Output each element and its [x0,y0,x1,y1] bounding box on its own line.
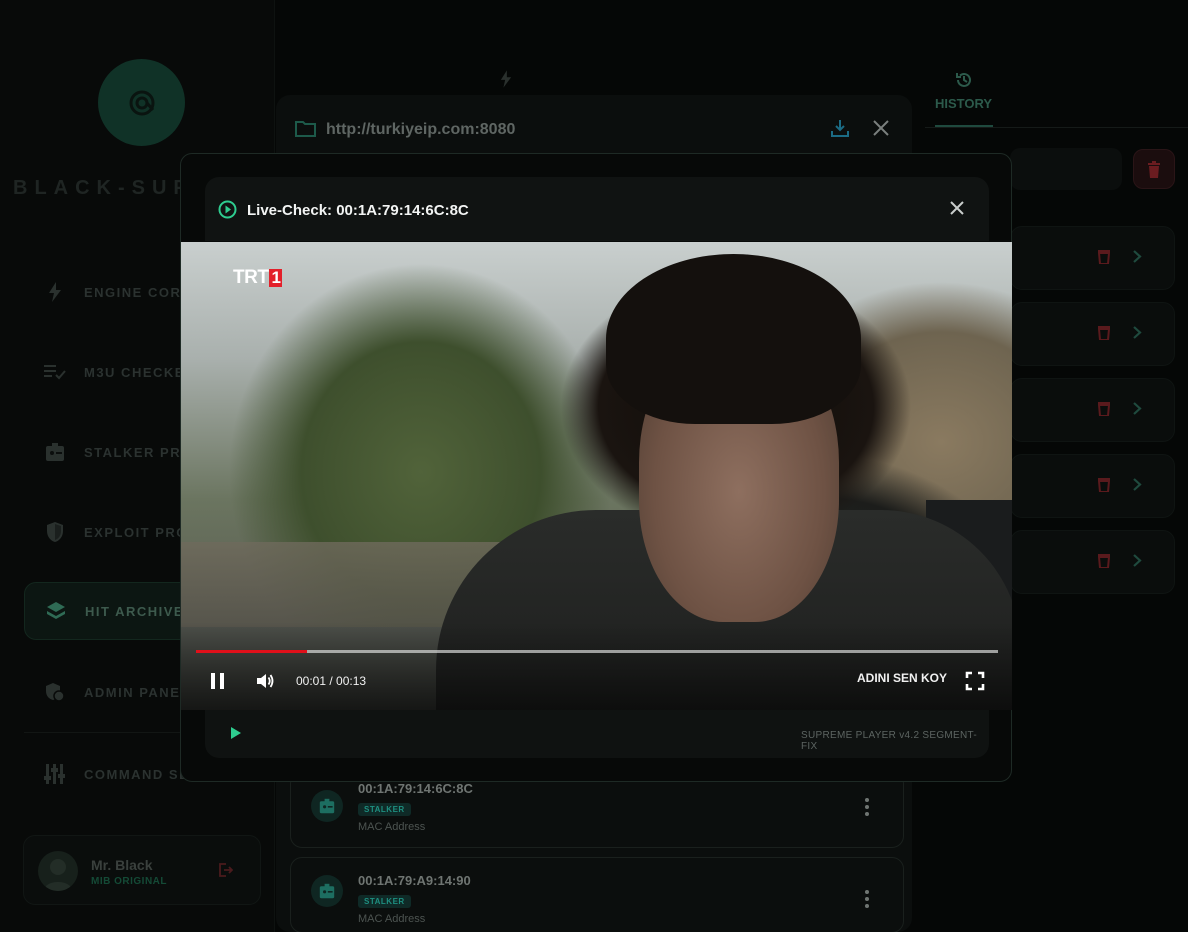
layers-icon [45,600,67,622]
trash-icon[interactable] [1097,249,1111,269]
id-badge-icon [311,790,343,822]
pause-icon[interactable] [209,672,227,695]
folder-icon [295,120,316,142]
chevron-right-icon[interactable] [1132,553,1142,573]
bolt-icon [500,70,512,93]
status-badge: STALKER [358,803,411,816]
modal-header: Live-Check: 00:1A:79:14:6C:8C [205,177,989,241]
chevron-right-icon[interactable] [1132,477,1142,497]
more-vertical-icon[interactable] [865,798,869,821]
volume-icon[interactable] [255,671,275,696]
nav-label: HIT ARCHIVE [85,603,185,619]
video-player[interactable]: TRT 1 00:01 / 00:13 ADINI SEN KOY [181,242,1012,710]
close-icon[interactable] [949,200,965,221]
progress-fill [196,650,307,653]
history-row[interactable] [1010,530,1175,594]
channel-name: ADINI SEN KOY [857,671,948,685]
channel-logo-number: 1 [269,268,283,287]
modal-title: Live-Check: 00:1A:79:14:6C:8C [247,202,469,219]
tabs-divider [925,127,1188,128]
app-logo[interactable] [98,59,185,146]
history-row[interactable] [1010,378,1175,442]
user-card[interactable]: Mr. Black MIB ORIGINAL [23,835,261,905]
trash-icon[interactable] [1097,477,1111,497]
download-icon[interactable] [831,119,849,142]
bolt-icon [44,281,66,303]
brand-title: BLACK-SUP [13,177,194,199]
close-icon[interactable] [872,119,890,142]
nav-label: ENGINE CORE [84,284,192,300]
trash-icon[interactable] [1097,401,1111,421]
trash-icon[interactable] [1097,325,1111,345]
id-badge-icon [44,441,66,463]
chevron-right-icon[interactable] [1132,249,1142,269]
mac-address: 00:1A:79:A9:14:90 [358,873,471,888]
result-card[interactable]: 00:1A:79:A9:14:90 STALKER MAC Address [290,857,904,932]
shield-icon [44,521,66,543]
chevron-right-icon[interactable] [1132,325,1142,345]
sliders-icon [44,763,66,785]
nav-label: M3U CHECKE [84,364,185,380]
nav-label: COMMAND SE [84,766,190,782]
history-icon [955,71,973,94]
admin-shield-icon [44,681,66,703]
clear-history-button[interactable] [1133,149,1175,189]
nav-label: ADMIN PANE [84,684,181,700]
result-type: MAC Address [358,913,426,925]
logout-icon[interactable] [217,862,234,883]
trash-icon[interactable] [1097,553,1111,573]
chevron-right-icon[interactable] [1132,401,1142,421]
history-row[interactable] [1010,226,1175,290]
history-row[interactable] [1010,454,1175,518]
history-row[interactable] [1010,302,1175,366]
play-icon[interactable] [230,726,242,745]
nav-label: EXPLOIT PRO [84,524,188,540]
channel-logo: TRT 1 [233,267,283,289]
result-type: MAC Address [358,821,426,833]
controls-gradient [181,622,1012,710]
id-badge-icon [311,875,343,907]
time-display: 00:01 / 00:13 [296,674,367,688]
mac-address: 00:1A:79:14:6C:8C [358,781,473,796]
trash-icon [1148,160,1160,178]
play-circle-icon [218,200,237,224]
channel-logo-text: TRT [233,267,269,288]
progress-bar[interactable] [196,650,998,653]
history-search-input[interactable] [1010,148,1122,190]
video-scene-person-hair [606,254,861,424]
player-version: SUPREME PLAYER v4.2 SEGMENT-FIX [801,730,978,752]
checklist-icon [44,361,66,383]
more-vertical-icon[interactable] [865,890,869,913]
nav-label: STALKER PRO [84,444,193,460]
fullscreen-icon[interactable] [965,671,985,696]
tab-history-label: HISTORY [935,96,993,111]
at-logo-icon [129,90,154,115]
user-name: Mr. Black [91,857,153,873]
status-badge: STALKER [358,895,411,908]
avatar [38,851,78,891]
tab-history[interactable]: HISTORY [935,68,993,128]
live-check-modal: Live-Check: 00:1A:79:14:6C:8C TRT 1 00:01… [180,153,1012,782]
portal-url: http://turkiyeip.com:8080 [326,121,516,138]
result-card[interactable]: 00:1A:79:14:6C:8C STALKER MAC Address [290,772,904,848]
user-role: MIB ORIGINAL [91,876,167,887]
modal-footer: SUPREME PLAYER v4.2 SEGMENT-FIX [205,710,989,758]
